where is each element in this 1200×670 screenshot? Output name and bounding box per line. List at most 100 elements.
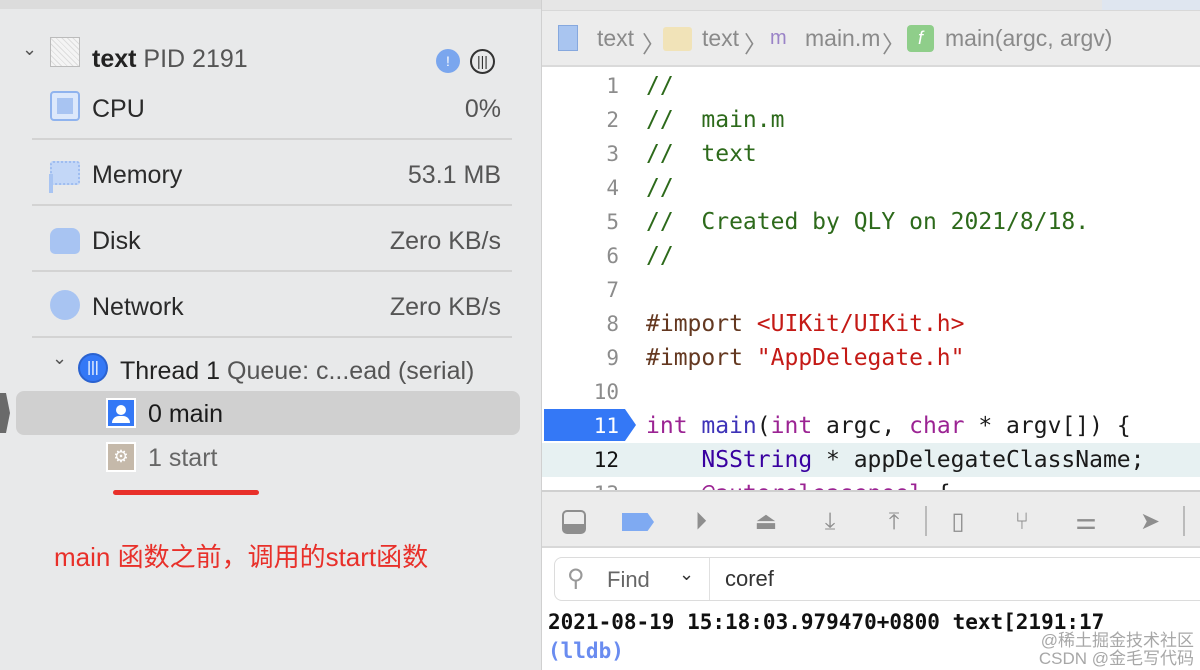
divider bbox=[32, 270, 512, 272]
code-token: char bbox=[909, 413, 965, 439]
editor-area: text 〉 text 〉 m main.m 〉 f main(argc, ar… bbox=[541, 0, 1200, 670]
breadcrumb-project[interactable]: text bbox=[597, 25, 634, 52]
code-line[interactable]: 4 // bbox=[542, 171, 1200, 205]
code-line[interactable]: 8 #import <UIKit/UIKit.h> bbox=[542, 307, 1200, 341]
console-filter-bar: ⚲ Find ⌄ bbox=[554, 557, 1200, 601]
thread-chevron-icon[interactable]: ⌄ bbox=[52, 348, 67, 369]
network-globe-icon bbox=[50, 290, 80, 320]
breakpoints-toggle-icon[interactable] bbox=[622, 508, 654, 536]
code-token: @autoreleasepool bbox=[701, 481, 923, 490]
breadcrumb-separator-icon: 〉 bbox=[882, 31, 905, 57]
folder-icon bbox=[663, 27, 692, 51]
code-line[interactable]: 13 @autoreleasepool { bbox=[542, 477, 1200, 490]
simulate-location-icon[interactable]: ➤ bbox=[1136, 508, 1164, 536]
search-icon: ⚲ bbox=[567, 565, 585, 592]
code-token: * appDelegateClassName; bbox=[812, 447, 1145, 473]
code-editor[interactable]: 1 // 2 // main.m 3 // text 4 // 5 // Created by Q… bbox=[542, 67, 1200, 490]
code-token: main bbox=[701, 413, 757, 439]
step-into-icon[interactable]: ⤓ bbox=[816, 508, 844, 536]
memory-graph-icon[interactable]: ⑂ bbox=[1008, 508, 1036, 536]
memory-icon bbox=[50, 161, 80, 185]
chevron-down-icon[interactable]: ⌄ bbox=[679, 564, 694, 585]
debug-bar: ⏵ ⏏ ⤓ ⤒ ▯ ⑂ ⚌ ➤ bbox=[542, 490, 1200, 548]
objc-file-icon: m bbox=[770, 27, 787, 49]
gauge-icon[interactable]: ! bbox=[436, 49, 460, 73]
divider bbox=[32, 204, 512, 206]
gauge-disk-label[interactable]: Disk bbox=[92, 227, 141, 256]
code-line[interactable]: 9 #import "AppDelegate.h" bbox=[542, 341, 1200, 375]
code-line[interactable]: 5 // Created by QLY on 2021/8/18. bbox=[542, 205, 1200, 239]
divider bbox=[32, 138, 512, 140]
line-number: 2 bbox=[606, 108, 619, 132]
line-number: 6 bbox=[606, 244, 619, 268]
breadcrumb-file[interactable]: main.m bbox=[805, 25, 880, 52]
gauge-memory-label[interactable]: Memory bbox=[92, 161, 182, 190]
instruction-pointer-marker[interactable] bbox=[544, 409, 636, 441]
code-text: int main(int argc, char * argv[]) { bbox=[646, 409, 1131, 443]
code-line[interactable]: 11 int main(int argc, char * argv[]) { bbox=[542, 409, 1200, 443]
find-mode-dropdown[interactable]: Find bbox=[607, 567, 650, 593]
threads-icon[interactable]: ||| bbox=[470, 49, 495, 74]
frame-row-main[interactable]: 0 main bbox=[16, 391, 520, 435]
project-icon bbox=[558, 25, 578, 51]
process-title[interactable]: text PID 2191 bbox=[92, 45, 248, 74]
code-text: @autoreleasepool { bbox=[646, 477, 951, 490]
code-text: #import "AppDelegate.h" bbox=[646, 341, 965, 375]
environment-overrides-icon[interactable]: ⚌ bbox=[1072, 508, 1100, 536]
breadcrumb-group[interactable]: text bbox=[702, 25, 739, 52]
user-code-icon bbox=[106, 398, 136, 428]
line-number: 11 bbox=[593, 414, 619, 438]
code-line[interactable]: 10 bbox=[542, 375, 1200, 409]
code-token: * argv[]) { bbox=[964, 413, 1131, 439]
code-text: // bbox=[646, 69, 674, 103]
breadcrumb-separator-icon: 〉 bbox=[744, 31, 767, 57]
code-line[interactable]: 1 // bbox=[542, 69, 1200, 103]
thread-icon: ||| bbox=[78, 353, 108, 383]
code-line[interactable]: 6 // bbox=[542, 239, 1200, 273]
gauge-cpu-value: 0% bbox=[464, 95, 501, 123]
app-icon bbox=[50, 37, 80, 67]
line-number: 13 bbox=[594, 477, 619, 490]
line-number: 7 bbox=[606, 278, 619, 302]
line-number: 12 bbox=[593, 448, 619, 472]
red-underline-annotation bbox=[113, 490, 259, 495]
code-line[interactable]: 2 // main.m bbox=[542, 103, 1200, 137]
disclosure-chevron-icon[interactable]: ⌄ bbox=[22, 39, 37, 60]
code-line[interactable]: 3 // text bbox=[542, 137, 1200, 171]
step-over-icon[interactable]: ⏏ bbox=[752, 508, 780, 536]
gauge-disk-value: Zero KB/s bbox=[389, 227, 501, 255]
annotation-text: main 函数之前，调用的start函数 bbox=[54, 542, 429, 572]
current-frame-marker bbox=[0, 393, 10, 433]
line-number: 1 bbox=[606, 74, 619, 98]
gauge-cpu-label[interactable]: CPU bbox=[92, 95, 145, 124]
frame-row-start[interactable]: ⚙ 1 start bbox=[16, 435, 520, 479]
step-out-icon[interactable]: ⤒ bbox=[880, 508, 908, 536]
find-input[interactable] bbox=[725, 564, 1175, 594]
code-text: #import <UIKit/UIKit.h> bbox=[646, 307, 965, 341]
process-pid: PID 2191 bbox=[143, 45, 248, 73]
code-token: // bbox=[646, 73, 674, 99]
code-line[interactable]: 7 bbox=[542, 273, 1200, 307]
code-line[interactable]: 12 NSString * appDelegateClassName; bbox=[542, 443, 1200, 477]
gauge-network-label[interactable]: Network bbox=[92, 293, 184, 322]
code-token: #import bbox=[646, 311, 757, 337]
system-gear-icon: ⚙ bbox=[106, 442, 136, 472]
code-token: argc, bbox=[812, 413, 910, 439]
divider bbox=[32, 336, 512, 338]
toggle-console-icon[interactable] bbox=[560, 508, 588, 536]
breadcrumb: text 〉 text 〉 m main.m 〉 f main(argc, ar… bbox=[542, 10, 1200, 67]
thread-row[interactable]: Thread 1 Queue: c...ead (serial) bbox=[120, 357, 474, 386]
code-token: NSString bbox=[701, 447, 813, 473]
cpu-icon bbox=[50, 91, 80, 121]
continue-icon[interactable]: ⏵ bbox=[687, 508, 715, 536]
breadcrumb-symbol[interactable]: main(argc, argv) bbox=[945, 25, 1112, 52]
code-token: { bbox=[923, 481, 951, 490]
code-token: int bbox=[646, 413, 702, 439]
gauge-memory-value: 53.1 MB bbox=[407, 161, 501, 189]
view-hierarchy-icon[interactable]: ▯ bbox=[944, 508, 972, 536]
line-number: 8 bbox=[606, 312, 619, 336]
code-token: // Created by QLY on 2021/8/18. bbox=[646, 209, 1090, 235]
gauge-network-value: Zero KB/s bbox=[389, 293, 501, 321]
